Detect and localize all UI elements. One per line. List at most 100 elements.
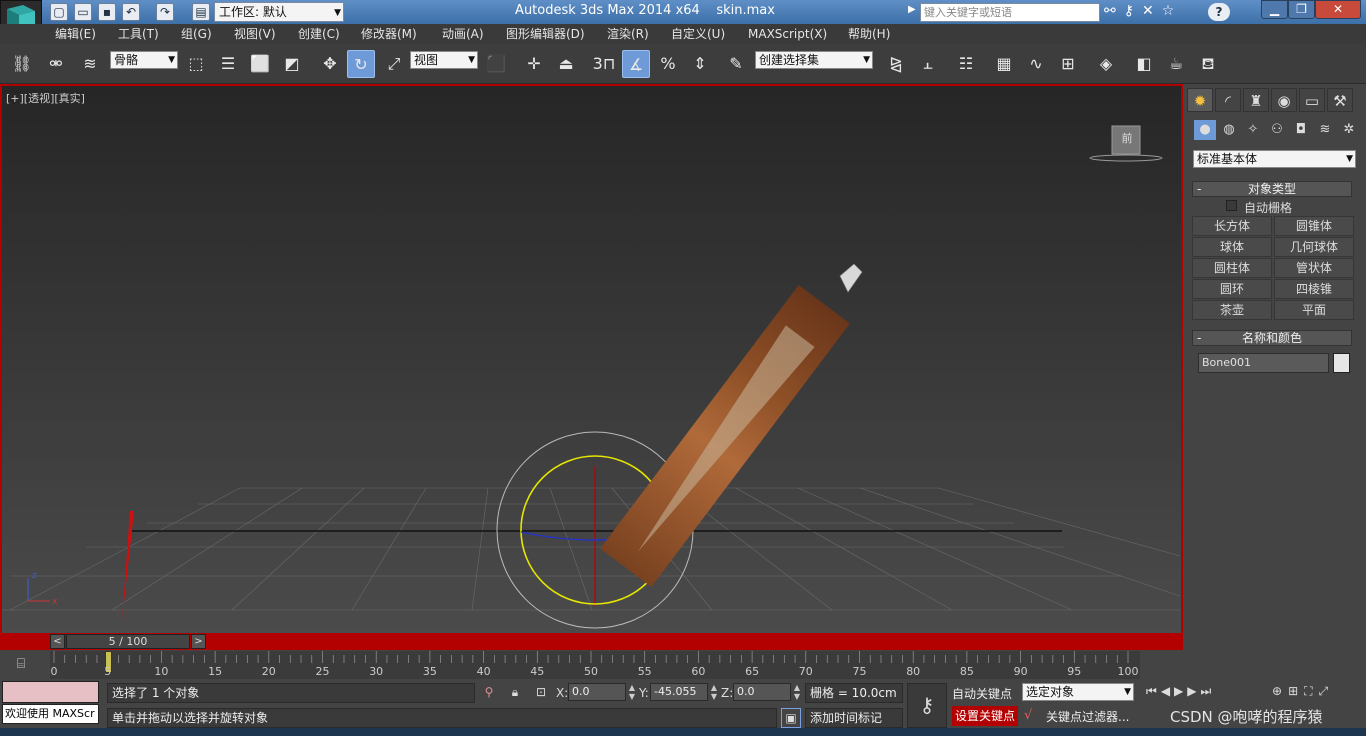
- y-coordinate-input[interactable]: -45.055: [650, 683, 708, 701]
- isolate-selection-icon[interactable]: ⚲: [478, 683, 500, 701]
- link-icon[interactable]: ⛓: [8, 50, 36, 78]
- box-button[interactable]: 长方体: [1192, 216, 1272, 236]
- autogrid-checkbox[interactable]: [1226, 200, 1237, 211]
- select-by-name-icon[interactable]: ☰: [214, 50, 242, 78]
- x-coordinate-input[interactable]: 0.0: [568, 683, 626, 701]
- edit-named-selection-icon[interactable]: ✎: [722, 50, 750, 78]
- select-object-icon[interactable]: ⬚: [182, 50, 210, 78]
- previous-frame-arrow[interactable]: <: [50, 634, 65, 649]
- menu-customize[interactable]: 自定义(U): [671, 26, 725, 42]
- rendered-frame-icon[interactable]: ☕: [1162, 50, 1190, 78]
- space-warps-icon[interactable]: ≋: [1314, 120, 1336, 140]
- maxscript-listener-mini[interactable]: [2, 681, 99, 703]
- time-tag-icon[interactable]: ▣: [781, 708, 801, 728]
- add-time-tag-button[interactable]: 添加时间标记: [805, 708, 903, 728]
- key-mode-dropdown[interactable]: 选定对象 ▼: [1022, 683, 1134, 701]
- align-icon[interactable]: ⫠: [914, 50, 942, 78]
- layer-manager-icon[interactable]: ☷: [952, 50, 980, 78]
- help-icon[interactable]: ?: [1208, 3, 1230, 21]
- cameras-icon[interactable]: ⚇: [1266, 120, 1288, 140]
- move-icon[interactable]: ✥: [316, 50, 344, 78]
- material-editor-icon[interactable]: ◈: [1092, 50, 1120, 78]
- cone-button[interactable]: 圆锥体: [1274, 216, 1354, 236]
- cylinder-button[interactable]: 圆柱体: [1192, 258, 1272, 278]
- minimize-button[interactable]: ▁: [1261, 0, 1288, 19]
- menu-edit[interactable]: 编辑(E): [55, 26, 96, 42]
- previous-key-icon[interactable]: ◀: [1161, 684, 1174, 698]
- shapes-icon[interactable]: ◍: [1218, 120, 1240, 140]
- maximize-button[interactable]: ❐: [1288, 0, 1315, 19]
- pivot-center-icon[interactable]: ⬛: [482, 50, 510, 78]
- render-setup-icon[interactable]: ◧: [1130, 50, 1158, 78]
- graphite-ribbon-icon[interactable]: ▦: [990, 50, 1018, 78]
- tube-button[interactable]: 管状体: [1274, 258, 1354, 278]
- set-key-mode-key-icon[interactable]: ⚷: [907, 683, 947, 728]
- menu-views[interactable]: 视图(V): [234, 26, 276, 42]
- star-icon[interactable]: ☆: [1162, 3, 1183, 19]
- window-crossing-icon[interactable]: ◩: [278, 50, 306, 78]
- project-folder-icon[interactable]: ▤: [192, 3, 210, 21]
- unlink-icon[interactable]: ⚮: [42, 50, 70, 78]
- z-spinner[interactable]: ▲ ▼: [792, 683, 802, 701]
- zoom-extents-icon[interactable]: ⛶: [1304, 684, 1318, 698]
- schematic-view-icon[interactable]: ⊞: [1054, 50, 1082, 78]
- create-tab-icon[interactable]: ✹: [1187, 88, 1213, 112]
- goto-end-icon[interactable]: ⏭: [1201, 684, 1216, 698]
- viewport-label[interactable]: [+][透视][真实]: [6, 90, 85, 106]
- goto-start-icon[interactable]: ⏮: [1146, 684, 1161, 698]
- maxscript-input[interactable]: 欢迎使用 MAXScr: [2, 704, 99, 724]
- keyboard-shortcut-icon[interactable]: ⏏: [552, 50, 580, 78]
- selection-lock-icon[interactable]: 🔒︎: [504, 683, 526, 701]
- y-spinner[interactable]: ▲ ▼: [709, 683, 719, 701]
- name-color-rollout-header[interactable]: - 名称和颜色: [1192, 330, 1352, 346]
- render-production-icon[interactable]: ⛾: [1194, 50, 1222, 78]
- plane-button[interactable]: 平面: [1274, 300, 1354, 320]
- display-tab-icon[interactable]: ▭: [1299, 88, 1325, 112]
- save-file-icon[interactable]: ▪: [98, 3, 116, 21]
- perspective-viewport[interactable]: z x 前: [0, 84, 1183, 650]
- absolute-mode-icon[interactable]: ⊡: [530, 683, 552, 701]
- object-name-input[interactable]: Bone001: [1198, 353, 1329, 373]
- search-input[interactable]: 键入关键字或短语: [920, 3, 1100, 22]
- workspace-dropdown[interactable]: 工作区: 默认 ▼: [214, 2, 344, 22]
- play-icon[interactable]: ▶: [1174, 684, 1187, 698]
- set-key-button[interactable]: 设置关键点: [952, 706, 1018, 726]
- maximize-viewport-icon[interactable]: ⤢: [1319, 684, 1335, 698]
- next-frame-arrow[interactable]: >: [191, 634, 206, 649]
- snap-toggle-icon[interactable]: 3⊓: [590, 50, 618, 78]
- zoom-icon[interactable]: ⊕: [1272, 684, 1288, 698]
- angle-snap-icon[interactable]: ∡: [622, 50, 650, 78]
- geometry-icon[interactable]: ●: [1194, 120, 1216, 140]
- named-selection-dropdown[interactable]: 创建选择集 ▼: [755, 51, 873, 69]
- open-file-icon[interactable]: ▭: [74, 3, 92, 21]
- utilities-tab-icon[interactable]: ⚒: [1327, 88, 1353, 112]
- auto-key-button[interactable]: 自动关键点: [952, 685, 1012, 702]
- motion-tab-icon[interactable]: ◉: [1271, 88, 1297, 112]
- mini-curve-editor-icon[interactable]: ⌸: [10, 656, 32, 676]
- object-type-rollout-header[interactable]: - 对象类型: [1192, 181, 1352, 197]
- viewcube-face-label[interactable]: 前: [1116, 130, 1138, 146]
- undo-icon[interactable]: ↶: [122, 3, 140, 21]
- menu-group[interactable]: 组(G): [181, 26, 212, 42]
- menu-animation[interactable]: 动画(A): [442, 26, 484, 42]
- redo-icon[interactable]: ↷: [156, 3, 174, 21]
- pyramid-button[interactable]: 四棱锥: [1274, 279, 1354, 299]
- key-filters-button[interactable]: 关键点过滤器...: [1046, 708, 1129, 725]
- geosphere-button[interactable]: 几何球体: [1274, 237, 1354, 257]
- binoculars-icon[interactable]: ⚯: [1104, 3, 1124, 19]
- menu-modifiers[interactable]: 修改器(M): [361, 26, 417, 42]
- rectangular-selection-icon[interactable]: ⬜: [246, 50, 274, 78]
- menu-tools[interactable]: 工具(T): [118, 26, 159, 42]
- z-coordinate-input[interactable]: 0.0: [733, 683, 791, 701]
- menu-maxscript[interactable]: MAXScript(X): [748, 26, 827, 42]
- close-button[interactable]: ✕: [1315, 0, 1361, 19]
- object-color-swatch[interactable]: [1333, 353, 1350, 373]
- x-spinner[interactable]: ▲ ▼: [627, 683, 637, 701]
- select-manipulate-icon[interactable]: ✛: [520, 50, 548, 78]
- scale-icon[interactable]: ⤢: [380, 50, 408, 78]
- zoom-all-icon[interactable]: ⊞: [1288, 684, 1304, 698]
- menu-graph-editors[interactable]: 图形编辑器(D): [506, 26, 585, 42]
- sphere-button[interactable]: 球体: [1192, 237, 1272, 257]
- next-key-icon[interactable]: ▶: [1187, 684, 1200, 698]
- bind-space-warp-icon[interactable]: ≋: [76, 50, 104, 78]
